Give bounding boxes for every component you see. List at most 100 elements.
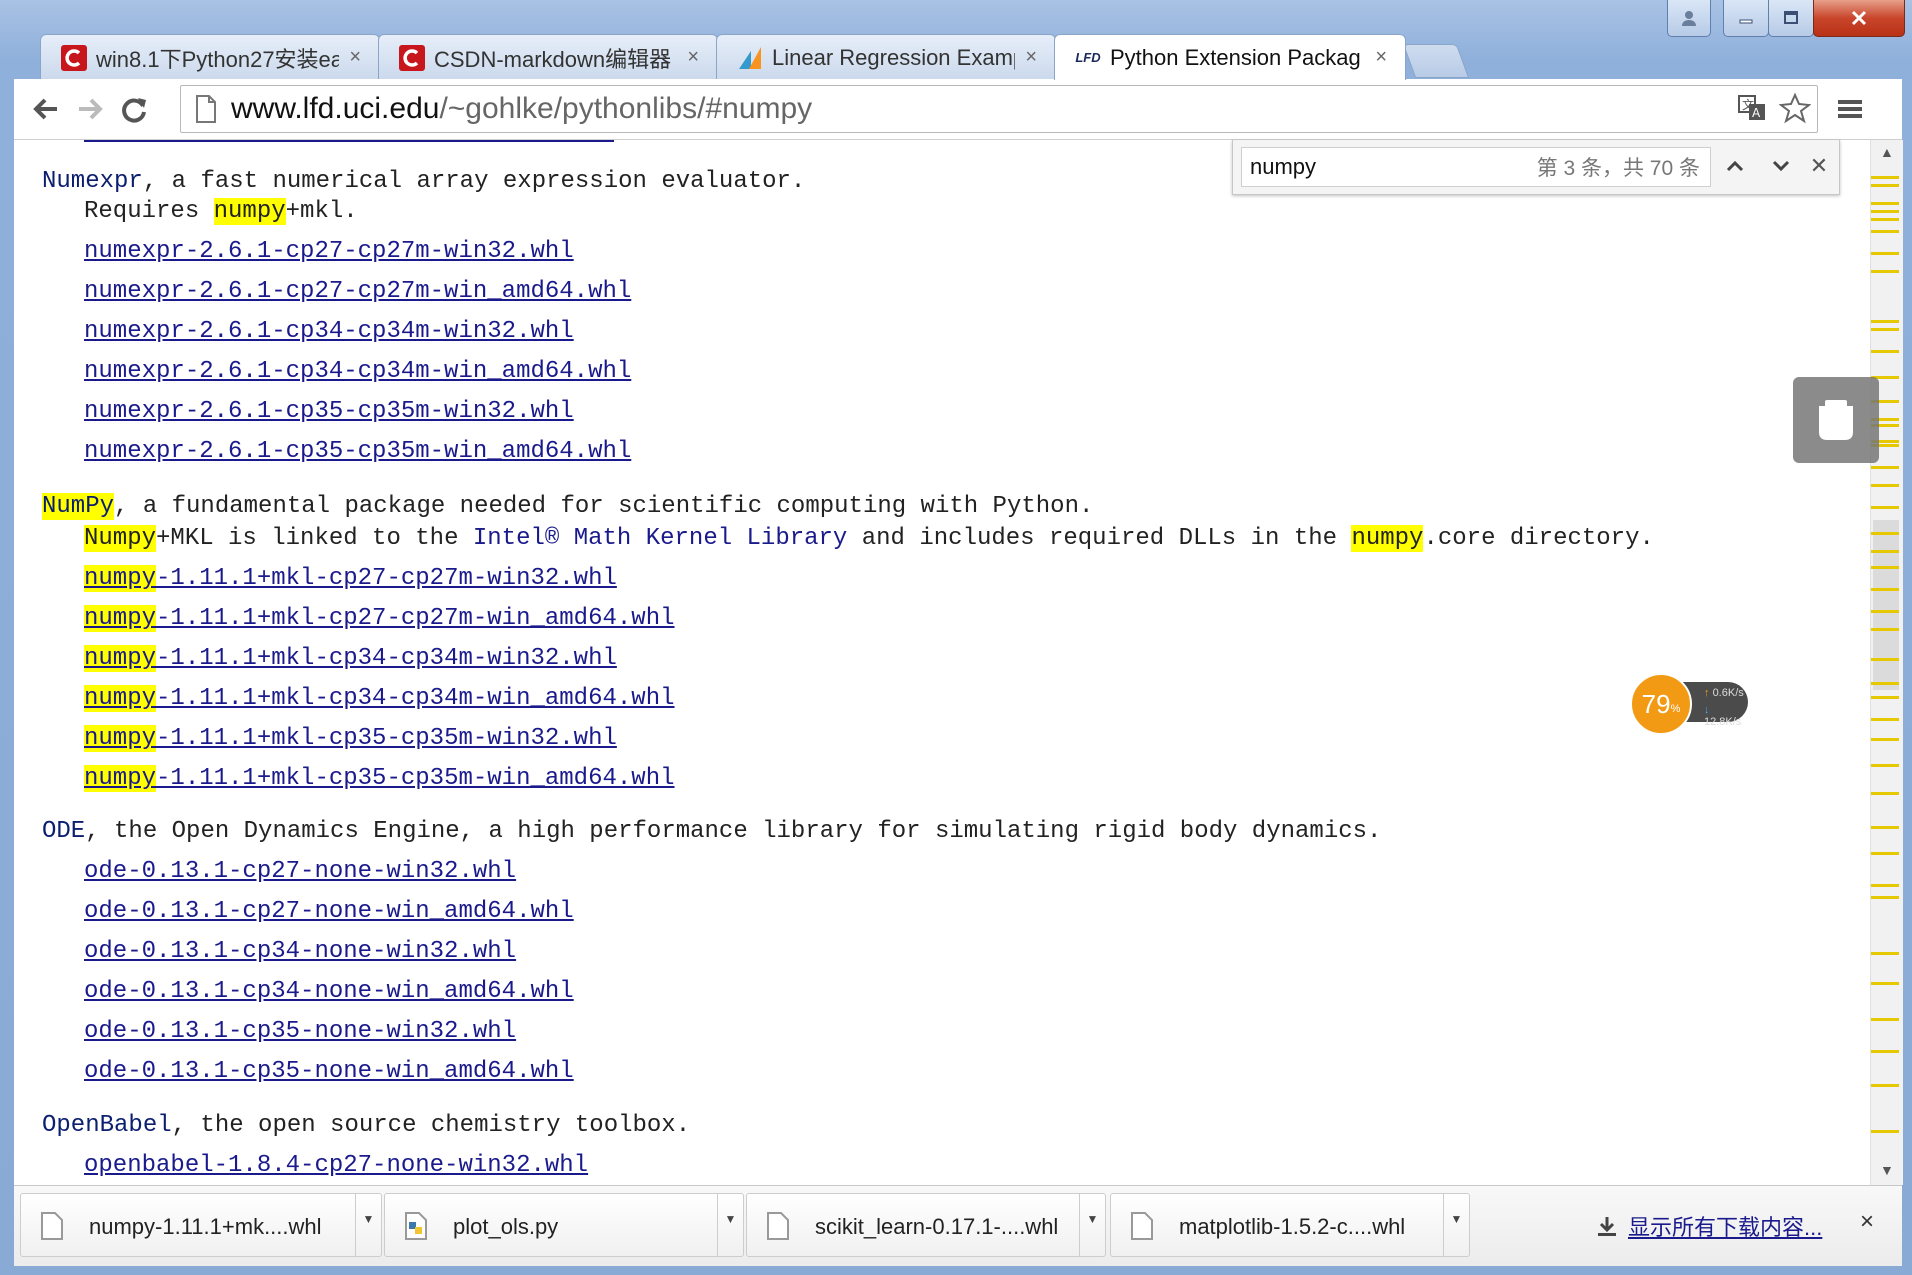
find-result-tick [1871,982,1899,985]
find-result-tick [1871,350,1899,353]
user-profile-button[interactable] [1667,0,1711,37]
forward-arrow-icon [79,98,103,120]
download-link[interactable]: numexpr‑2.6.1‑cp27‑cp27m‑win32.whl [84,238,574,265]
tab-csdn-markdown[interactable]: CSDN-markdown编辑器 × [378,34,718,80]
translate-icon[interactable]: 文A [1737,92,1769,124]
search-highlight: numpy [213,198,286,225]
tab-close-icon[interactable]: × [349,46,361,69]
find-match-count: 第 3 条，共 70 条 [1536,157,1700,180]
back-button[interactable] [26,89,66,129]
forward-button[interactable] [70,89,110,129]
download-speed: ↓ 12.8K/s [1704,704,1742,728]
download-link[interactable]: numexpr‑2.6.1‑cp34‑cp34m‑win_amd64.whl [84,358,631,385]
download-link[interactable]: ode‑0.13.1‑cp35‑none‑win32.whl [84,1018,516,1045]
download-menu-dropdown[interactable]: ▼ [355,1194,381,1256]
tab-strip: win8.1下Python27安装ea × CSDN-markdown编辑器 ×… [24,34,1470,80]
note-text: and includes required DLLs in the [847,525,1352,552]
tab-title: win8.1下Python27安装ea [96,46,340,72]
extension-side-widget[interactable] [1793,377,1879,463]
download-link[interactable]: numpy‑1.11.1+mkl‑cp34‑cp34m‑win32.whl [84,645,617,672]
download-link[interactable]: ode‑0.13.1‑cp27‑none‑win32.whl [84,858,516,885]
download-menu-dropdown[interactable]: ▼ [717,1194,743,1256]
note-text: .core directory. [1423,525,1654,552]
tab-close-icon[interactable]: × [1025,46,1037,69]
download-link[interactable]: numpy‑1.11.1+mkl‑cp35‑cp35m‑win_amd64.wh… [84,765,675,792]
find-result-tick [1871,230,1899,233]
download-shelf: numpy-1.11.1+mk....whl ▼ plot_ols.py ▼ s… [14,1185,1902,1266]
close-window-button[interactable] [1813,0,1905,37]
csdn-icon [61,44,87,71]
scroll-up-arrow-icon[interactable]: ▲ [1880,144,1894,160]
address-bar[interactable]: www.lfd.uci.edu/~gohlke/pythonlibs/#nump… [180,85,1818,133]
download-item[interactable]: plot_ols.py ▼ [384,1193,744,1257]
download-link[interactable]: numpy‑1.11.1+mkl‑cp27‑cp27m‑win32.whl [84,565,617,592]
download-link[interactable]: ode‑0.13.1‑cp35‑none‑win_amd64.whl [84,1058,574,1085]
file-icon [41,1212,63,1240]
maximize-button[interactable] [1768,0,1814,37]
scrollbar-thumb[interactable] [1873,520,1899,690]
find-result-tick [1871,1084,1899,1087]
find-result-tick [1871,1050,1899,1053]
tab-python-extension-packages[interactable]: LFD Python Extension Packag × [1054,34,1406,80]
bookmark-star-icon[interactable] [1779,92,1811,124]
new-tab-button[interactable] [1402,44,1470,78]
network-speed-widget[interactable]: 79% ↑ 0.6K/s ↓ 12.8K/s [1630,673,1748,735]
download-link[interactable]: numexpr‑2.6.1‑cp35‑cp35m‑win32.whl [84,398,574,425]
package-name[interactable]: ODE [42,818,85,845]
download-link[interactable]: numpy‑1.11.1+mkl‑cp34‑cp34m‑win_amd64.wh… [84,685,675,712]
tab-close-icon[interactable]: × [1375,46,1387,69]
download-link[interactable]: openbabel‑1.8.4‑cp27‑none‑win32.whl [84,1152,588,1179]
download-link[interactable]: numpy‑1.11.1+mkl‑cp35‑cp35m‑win32.whl [84,725,617,752]
previous-link-underline [84,140,614,142]
find-close-button[interactable]: ✕ [1799,147,1839,185]
package-desc: , a fast numerical array expression eval… [142,168,806,195]
search-highlight: numpy [84,605,157,632]
package-name[interactable]: NumPy [42,493,115,520]
search-highlight: numpy [84,685,157,712]
find-next-button[interactable] [1761,147,1801,185]
package-name[interactable]: OpenBabel [42,1112,172,1139]
show-all-downloads-link[interactable]: 显示所有下载内容... [1596,1210,1822,1242]
close-download-shelf-button[interactable]: × [1860,1208,1874,1236]
tab-close-icon[interactable]: × [687,46,699,69]
download-item[interactable]: numpy-1.11.1+mk....whl ▼ [20,1193,382,1257]
download-link[interactable]: numexpr‑2.6.1‑cp27‑cp27m‑win_amd64.whl [84,278,631,305]
usage-percent: 79 [1641,688,1671,719]
reload-button[interactable] [114,89,154,129]
download-link[interactable]: ode‑0.13.1‑cp34‑none‑win_amd64.whl [84,978,574,1005]
scroll-down-arrow-icon[interactable]: ▼ [1880,1162,1894,1178]
download-menu-dropdown[interactable]: ▼ [1443,1194,1469,1256]
download-link[interactable]: numexpr‑2.6.1‑cp35‑cp35m‑win_amd64.whl [84,438,631,465]
find-previous-button[interactable] [1715,147,1755,185]
page-icon [196,95,216,123]
package-desc: , the open source chemistry toolbox. [171,1112,691,1139]
tab-win81-python[interactable]: win8.1下Python27安装ea × [40,34,380,80]
download-link[interactable]: numexpr‑2.6.1‑cp34‑cp34m‑win32.whl [84,318,574,345]
download-item[interactable]: matplotlib-1.5.2-c....whl ▼ [1110,1193,1470,1257]
maximize-icon [1784,11,1798,24]
scikit-icon [737,45,763,71]
download-menu-dropdown[interactable]: ▼ [1079,1194,1105,1256]
download-item[interactable]: scikit_learn-0.17.1-....whl ▼ [746,1193,1106,1257]
reload-icon [122,98,146,123]
tab-linear-regression[interactable]: Linear Regression Examp × [716,34,1056,80]
file-icon [767,1212,789,1240]
package-name[interactable]: Numexpr [42,168,143,195]
chevron-down-icon [1772,160,1790,172]
chrome-menu-button[interactable] [1830,89,1870,129]
find-result-tick [1871,320,1899,323]
vertical-scrollbar[interactable]: ▲ ▼ [1870,140,1903,1185]
find-input[interactable]: numpy 第 3 条，共 70 条 [1241,147,1711,187]
download-speed-value: 12.8K/s [1704,716,1742,728]
find-result-tick [1871,826,1899,829]
minimize-button[interactable] [1723,0,1769,37]
package-desc: , a fundamental package needed for scien… [114,493,1094,520]
download-arrow-icon [1598,1217,1616,1236]
download-link[interactable]: ode‑0.13.1‑cp27‑none‑win_amd64.whl [84,898,574,925]
back-arrow-icon [33,98,57,120]
download-link[interactable]: numpy‑1.11.1+mkl‑cp27‑cp27m‑win_amd64.wh… [84,605,675,632]
download-link[interactable]: ode‑0.13.1‑cp34‑none‑win32.whl [84,938,516,965]
find-result-tick [1871,202,1899,205]
package-heading-numexpr: Numexpr, a fast numerical array expressi… [42,168,805,195]
intel-mkl-link[interactable]: Intel® Math Kernel Library [473,525,847,552]
